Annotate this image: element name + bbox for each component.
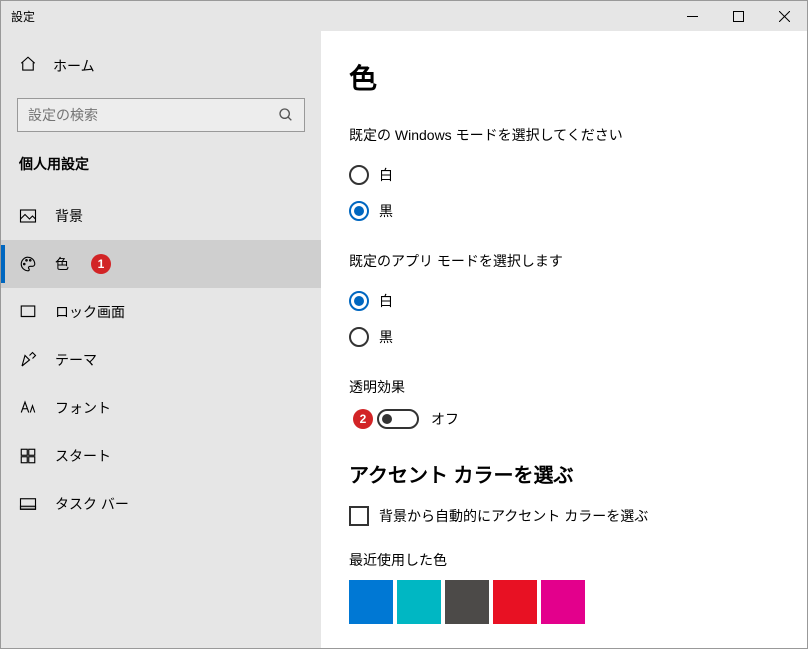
window-title: 設定 [1, 1, 45, 32]
sidebar-item-lockscreen[interactable]: ロック画面 [1, 288, 321, 336]
taskbar-icon [19, 495, 37, 513]
annotation-badge-2: 2 [353, 409, 373, 429]
sidebar: ホーム 個人用設定 背景 [1, 31, 321, 648]
recent-colors-label: 最近使用した色 [349, 550, 779, 570]
nav-list: 背景 色 1 ロック画面 [1, 192, 321, 528]
checkbox-icon [349, 506, 369, 526]
search-box[interactable] [17, 98, 305, 132]
sidebar-item-label: 背景 [55, 206, 83, 226]
home-label: ホーム [53, 56, 95, 76]
sidebar-item-start[interactable]: スタート [1, 432, 321, 480]
color-swatch[interactable] [541, 580, 585, 624]
sidebar-item-themes[interactable]: テーマ [1, 336, 321, 384]
sidebar-item-label: ロック画面 [55, 302, 125, 322]
app-mode-label: 既定のアプリ モードを選択します [349, 251, 779, 271]
annotation-badge-1: 1 [91, 254, 111, 274]
radio-icon [349, 201, 369, 221]
color-swatch[interactable] [493, 580, 537, 624]
toggle-knob [382, 414, 392, 424]
color-swatch[interactable] [397, 580, 441, 624]
checkbox-label: 背景から自動的にアクセント カラーを選ぶ [379, 506, 648, 526]
radio-label: 黒 [379, 201, 393, 221]
sidebar-item-background[interactable]: 背景 [1, 192, 321, 240]
accent-auto-checkbox[interactable]: 背景から自動的にアクセント カラーを選ぶ [349, 506, 779, 526]
transparency-toggle[interactable] [377, 409, 419, 429]
search-input[interactable] [28, 107, 278, 123]
sidebar-item-label: フォント [55, 398, 111, 418]
start-icon [19, 447, 37, 465]
windows-mode-group: 白 黒 [349, 157, 779, 229]
sidebar-item-label: テーマ [55, 350, 97, 370]
home-link[interactable]: ホーム [1, 45, 321, 92]
radio-app-dark[interactable]: 黒 [349, 319, 779, 355]
picture-icon [19, 207, 37, 225]
transparency-label: 透明効果 [349, 377, 779, 397]
radio-label: 白 [379, 291, 393, 311]
sidebar-item-taskbar[interactable]: タスク バー [1, 480, 321, 528]
radio-icon [349, 165, 369, 185]
home-icon [19, 55, 37, 76]
radio-label: 黒 [379, 327, 393, 347]
app-mode-group: 白 黒 [349, 283, 779, 355]
sidebar-item-fonts[interactable]: フォント [1, 384, 321, 432]
lockscreen-icon [19, 303, 37, 321]
page-title: 色 [349, 57, 779, 97]
radio-windows-dark[interactable]: 黒 [349, 193, 779, 229]
title-bar: 設定 [1, 1, 807, 31]
windows-mode-label: 既定の Windows モードを選択してください [349, 125, 779, 145]
radio-icon [349, 291, 369, 311]
color-swatch[interactable] [445, 580, 489, 624]
palette-icon [19, 255, 37, 273]
minimize-button[interactable] [669, 1, 715, 31]
transparency-row: 2 オフ [349, 409, 779, 429]
close-button[interactable] [761, 1, 807, 31]
radio-icon [349, 327, 369, 347]
recent-colors [349, 580, 779, 624]
font-icon [19, 399, 37, 417]
sidebar-item-label: タスク バー [55, 494, 129, 514]
sidebar-item-colors[interactable]: 色 1 [1, 240, 321, 288]
radio-windows-light[interactable]: 白 [349, 157, 779, 193]
search-icon [278, 107, 294, 123]
color-swatch[interactable] [349, 580, 393, 624]
theme-icon [19, 351, 37, 369]
radio-label: 白 [379, 165, 393, 185]
transparency-state: オフ [431, 409, 459, 429]
accent-title: アクセント カラーを選ぶ [349, 459, 779, 488]
sidebar-item-label: スタート [55, 446, 111, 466]
sidebar-item-label: 色 [55, 254, 69, 274]
section-title: 個人用設定 [1, 154, 321, 192]
maximize-button[interactable] [715, 1, 761, 31]
content-pane: 色 既定の Windows モードを選択してください 白 黒 既定のアプリ モー… [321, 31, 807, 648]
radio-app-light[interactable]: 白 [349, 283, 779, 319]
